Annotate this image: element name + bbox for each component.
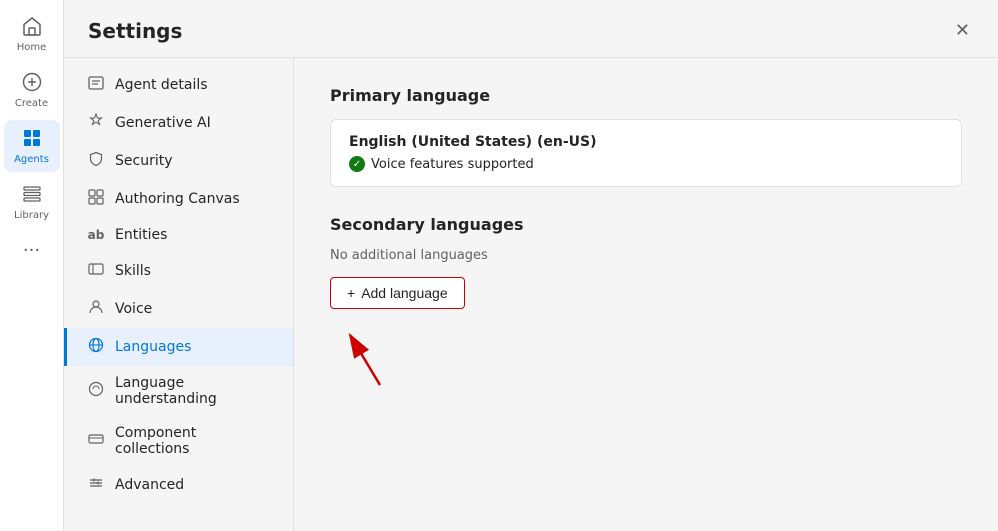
voice-label: Voice (115, 301, 152, 317)
plus-icon: + (347, 285, 355, 301)
settings-sidebar: Agent details Generative AI Security (64, 58, 294, 531)
check-icon: ✓ (349, 156, 365, 172)
sidebar-item-agent-details[interactable]: Agent details (64, 66, 293, 104)
voice-supported-text: Voice features supported (371, 157, 534, 172)
settings-window: Settings ✕ Agent details (64, 0, 998, 531)
component-collections-icon (87, 431, 105, 451)
sidebar-item-generative-ai[interactable]: Generative AI (64, 104, 293, 142)
nav-item-library[interactable]: Library (4, 176, 60, 228)
language-understanding-label: Language understanding (115, 375, 273, 407)
annotation-arrow (320, 315, 440, 395)
add-language-label: Add language (361, 285, 447, 301)
languages-icon (87, 337, 105, 357)
home-icon (21, 15, 43, 40)
nav-rail: Home Create Agents (0, 0, 64, 531)
settings-header: Settings ✕ (64, 0, 998, 58)
add-language-button[interactable]: + Add language (330, 277, 465, 309)
sidebar-item-languages[interactable]: Languages (64, 328, 293, 366)
settings-content: Primary language English (United States)… (294, 58, 998, 531)
settings-panel: Agent details Generative AI Security (64, 58, 998, 531)
advanced-icon (87, 475, 105, 495)
language-name: English (United States) (en-US) (349, 134, 943, 150)
sidebar-item-security[interactable]: Security (64, 142, 293, 180)
nav-label-create: Create (15, 98, 48, 109)
authoring-canvas-icon (87, 189, 105, 209)
authoring-canvas-label: Authoring Canvas (115, 191, 240, 207)
nav-item-create[interactable]: Create (4, 64, 60, 116)
sidebar-item-advanced[interactable]: Advanced (64, 466, 293, 504)
secondary-languages-title: Secondary languages (330, 215, 962, 234)
nav-item-agents[interactable]: Agents (4, 120, 60, 172)
entities-icon: ab (87, 228, 105, 242)
create-icon (21, 71, 43, 96)
security-label: Security (115, 153, 173, 169)
voice-icon (87, 299, 105, 319)
sidebar-item-voice[interactable]: Voice (64, 290, 293, 328)
nav-label-home: Home (17, 42, 47, 53)
close-button[interactable]: ✕ (951, 16, 974, 45)
skills-label: Skills (115, 263, 151, 279)
generative-ai-label: Generative AI (115, 115, 211, 131)
language-understanding-icon (87, 381, 105, 401)
sidebar-item-language-understanding[interactable]: Language understanding (64, 366, 293, 416)
add-language-container: + Add language (330, 277, 465, 309)
skills-icon (87, 261, 105, 281)
sidebar-item-component-collections[interactable]: Component collections (64, 416, 293, 466)
agent-details-label: Agent details (115, 77, 208, 93)
agent-details-icon (87, 75, 105, 95)
sidebar-item-skills[interactable]: Skills (64, 252, 293, 290)
nav-item-home[interactable]: Home (4, 8, 60, 60)
sidebar-item-entities[interactable]: ab Entities (64, 218, 293, 252)
settings-title: Settings (88, 19, 182, 43)
primary-language-card: English (United States) (en-US) ✓ Voice … (330, 119, 962, 187)
generative-ai-icon (87, 113, 105, 133)
no-additional-text: No additional languages (330, 248, 962, 263)
entities-label: Entities (115, 227, 167, 243)
security-icon (87, 151, 105, 171)
nav-label-library: Library (14, 210, 49, 221)
agents-icon (21, 127, 43, 152)
library-icon (21, 183, 43, 208)
nav-label-agents: Agents (14, 154, 49, 165)
sidebar-item-authoring-canvas[interactable]: Authoring Canvas (64, 180, 293, 218)
voice-supported: ✓ Voice features supported (349, 156, 943, 172)
advanced-label: Advanced (115, 477, 184, 493)
component-collections-label: Component collections (115, 425, 273, 457)
more-button[interactable]: ··· (23, 232, 40, 269)
primary-language-title: Primary language (330, 86, 962, 105)
languages-label: Languages (115, 339, 191, 355)
